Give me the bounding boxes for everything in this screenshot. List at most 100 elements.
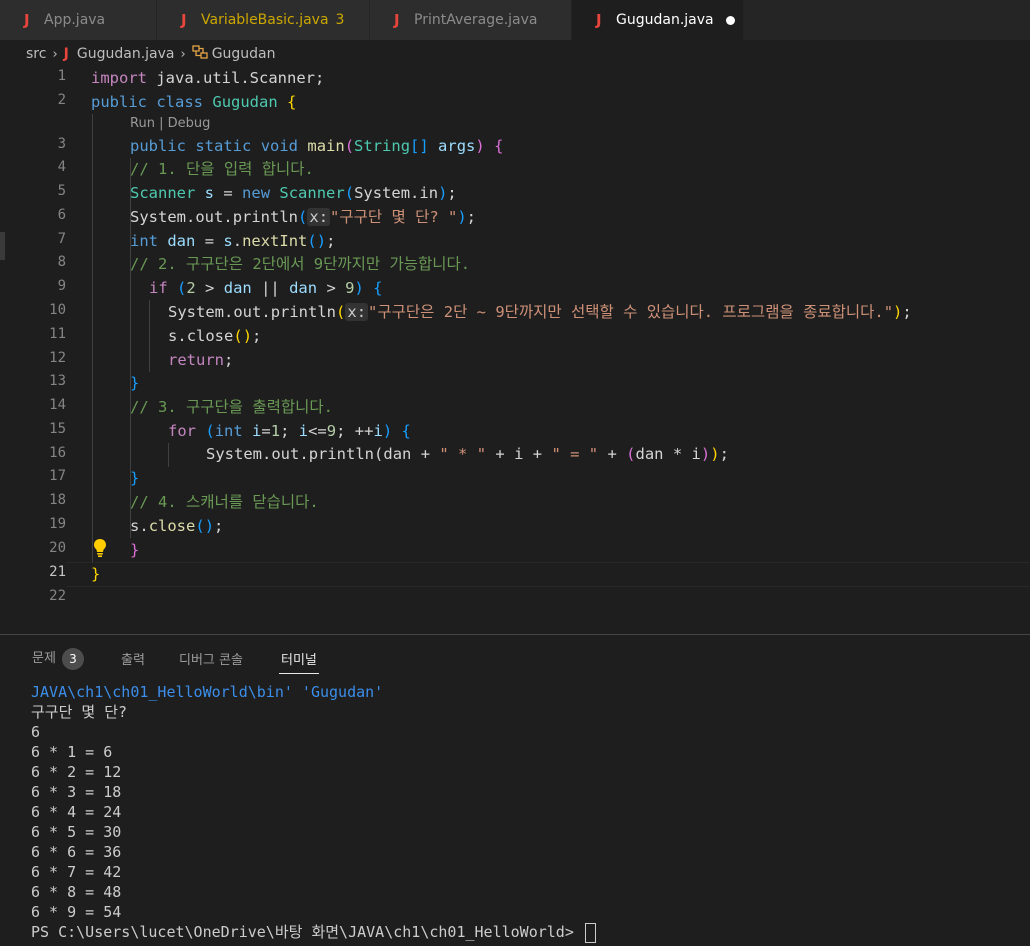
code-line-4[interactable]: // 1. 단을 입력 합니다. (130, 158, 314, 180)
semicolon: ; (252, 327, 262, 345)
semicolon: ; (336, 422, 346, 440)
variable: dan (635, 445, 664, 463)
codelens: Run | Debug (130, 116, 210, 131)
operator: > (326, 279, 336, 297)
type-name: Scanner (279, 184, 345, 202)
keyword-if: if (149, 279, 168, 297)
identifier: out (195, 208, 224, 226)
variable: i (691, 445, 701, 463)
code-line-8[interactable]: // 2. 구구단은 2단에서 9단까지만 가능합니다. (130, 253, 470, 275)
identifier: System (168, 303, 224, 321)
codelens-divider: | (159, 116, 164, 131)
operator: <= (308, 422, 327, 440)
terminal-output-line: 6 (31, 723, 41, 741)
keyword-int: int (130, 232, 158, 250)
comment: // 4. 스캐너를 닫습니다. (130, 493, 319, 511)
identifier: System (206, 445, 262, 463)
code-line-6[interactable]: System.out.println(x: "구구단 몇 단? "); (130, 206, 476, 228)
tab-gugudan-java[interactable]: J Gugudan.java (572, 0, 744, 40)
tab-problems[interactable]: 문제 3 (32, 647, 84, 670)
breadcrumb-symbol[interactable]: Gugudan (212, 46, 276, 62)
type-name: String (354, 137, 411, 155)
comment: // 3. 구구단을 출력합니다. (130, 398, 333, 416)
string-literal: "구구단 몇 단? " (330, 208, 458, 226)
import-path: java.util.Scanner; (156, 69, 325, 87)
class-symbol-icon (192, 45, 208, 63)
tab-variablebasic-java[interactable]: J VariableBasic.java 3 (157, 0, 370, 40)
chevron-right-icon: › (52, 46, 58, 62)
code-line-15[interactable]: for (int i=1; i<=9; ++i) { (168, 420, 411, 442)
tab-debug-console[interactable]: 디버그 콘솔 (179, 649, 243, 668)
terminal-prompt[interactable]: PS C:\Users\lucet\OneDrive\바탕 화면\JAVA\ch… (31, 922, 596, 943)
operator: ++ (354, 422, 374, 440)
code-line-10[interactable]: System.out.println(x: "구구단은 2단 ~ 9단까지만 선택… (168, 301, 912, 323)
lightbulb-icon[interactable] (92, 538, 108, 558)
code-line-20[interactable]: } (130, 539, 139, 561)
breadcrumb-folder[interactable]: src (26, 46, 46, 62)
identifier: out (233, 303, 262, 321)
keyword-static: static (195, 137, 252, 155)
variable: dan (289, 279, 318, 297)
semicolon: ; (224, 351, 234, 369)
codelens-run-link[interactable]: Run (130, 116, 155, 131)
paren: ) (475, 137, 485, 155)
terminal-output-line: 6 * 2 = 12 (31, 763, 122, 781)
variable: dan (383, 445, 412, 463)
terminal-output-line: 6 * 5 = 30 (31, 823, 122, 841)
code-line-14[interactable]: // 3. 구구단을 출력합니다. (130, 396, 333, 418)
unsaved-dot-icon[interactable] (725, 15, 735, 25)
keyword-return: return (168, 351, 224, 369)
inlay-hint: x: (307, 208, 331, 226)
code-line-3[interactable]: public static void main(String[] args) { (130, 135, 503, 157)
code-line-2[interactable]: public class Gugudan { (91, 91, 296, 113)
operator: = (223, 184, 233, 202)
argument: System.in (354, 184, 439, 202)
line-number-active: 21 (49, 564, 66, 580)
number: 2 (186, 279, 196, 297)
code-line-7[interactable]: int dan = s.nextInt(); (130, 230, 335, 252)
paren: ) (382, 422, 393, 440)
code-line-11[interactable]: s.close(); (168, 325, 261, 347)
line-number: 20 (49, 540, 66, 556)
paren: ) (710, 445, 720, 463)
breadcrumb: src › J Gugudan.java › Gugudan (0, 40, 1030, 68)
code-line-18[interactable]: // 4. 스캐너를 닫습니다. (130, 491, 319, 513)
identifier: System (130, 208, 186, 226)
line-number: 3 (57, 136, 66, 152)
code-line-21[interactable]: } (91, 563, 100, 585)
brace: } (130, 374, 140, 392)
keyword-new: new (242, 184, 271, 202)
editor-tab-bar: J App.java J VariableBasic.java 3 J Prin… (0, 0, 1030, 40)
semicolon: ; (466, 208, 477, 226)
code-line-19[interactable]: s.close(); (130, 515, 223, 537)
paren: ) (354, 279, 364, 297)
tab-printaverage-java[interactable]: J PrintAverage.java (370, 0, 572, 40)
codelens-debug-link[interactable]: Debug (168, 116, 211, 131)
line-number: 22 (49, 588, 66, 604)
code-line-5[interactable]: Scanner s = new Scanner(System.in); (130, 182, 457, 204)
paren: ) (893, 303, 903, 321)
tab-output[interactable]: 출력 (121, 649, 145, 668)
string-literal: "구구단은 2단 ~ 9단까지만 선택할 수 있습니다. 프로그램을 종료합니다… (368, 303, 894, 321)
brace: { (494, 137, 504, 155)
tab-terminal[interactable]: 터미널 (279, 649, 319, 674)
terminal-command-line: JAVA\ch1\ch01_HelloWorld\bin' 'Gugudan' (31, 683, 384, 701)
tab-label: 문제 (32, 651, 56, 666)
semicolon: ; (280, 422, 290, 440)
breadcrumb-file[interactable]: Gugudan.java (77, 46, 175, 62)
code-line-12[interactable]: return; (168, 349, 233, 371)
variable: i (252, 422, 262, 440)
line-number: 8 (57, 254, 66, 270)
terminal-output-line: 구구단 몇 단? (31, 703, 128, 721)
variable: i (514, 445, 524, 463)
brace: } (91, 565, 101, 583)
code-line-9[interactable]: if (2 > dan || dan > 9) { (149, 277, 383, 299)
method-name: close (186, 327, 234, 345)
paren: ( (298, 208, 308, 226)
code-line-16[interactable]: System.out.println(dan + " * " + i + " =… (206, 443, 729, 465)
code-line-1[interactable]: import java.util.Scanner; (91, 67, 324, 89)
comment: // 1. 단을 입력 합니다. (130, 160, 314, 178)
code-line-13[interactable]: } (130, 372, 139, 394)
tab-app-java[interactable]: J App.java (0, 0, 157, 40)
code-line-17[interactable]: } (130, 467, 139, 489)
